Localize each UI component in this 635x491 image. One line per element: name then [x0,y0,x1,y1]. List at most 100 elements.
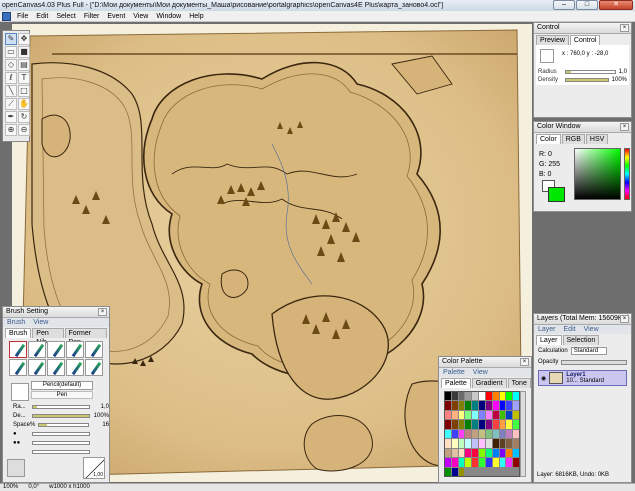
radius-slider[interactable] [565,69,616,74]
tab-hsv[interactable]: HSV [585,134,609,144]
hand-tool-icon[interactable]: ✋ [18,98,30,110]
palette-swatch[interactable] [479,392,485,401]
palette-swatch[interactable] [445,420,451,429]
palette-swatch[interactable] [465,410,472,420]
palette-swatch[interactable] [485,410,492,420]
close-icon[interactable]: × [620,123,629,131]
palette-menu-view[interactable]: View [473,368,488,377]
menu-window[interactable]: Window [152,13,185,20]
palette-swatch[interactable] [445,401,451,410]
palette-swatch[interactable] [445,448,451,458]
palette-swatch[interactable] [458,448,465,458]
palette-swatch[interactable] [472,401,479,410]
palette-swatch[interactable] [485,448,492,458]
brush-radius-slider[interactable] [31,405,90,409]
palette-swatch[interactable] [472,420,479,429]
palette-swatch[interactable] [492,439,499,448]
brush-preset[interactable] [47,359,65,376]
palette-scrollbar[interactable] [520,391,526,477]
palette-swatch[interactable] [465,401,472,410]
brush-preset[interactable] [85,341,103,358]
app-icon[interactable] [2,11,11,21]
palette-swatch[interactable] [499,420,506,429]
tab-layer[interactable]: Layer [536,335,562,345]
palette-swatch[interactable] [458,458,465,467]
palette-swatch[interactable] [506,420,513,429]
brush-preset[interactable] [66,359,84,376]
palette-swatch[interactable] [445,458,451,467]
brush-menu-brush[interactable]: Brush [7,318,25,327]
palette-swatch[interactable] [458,401,465,410]
palette-swatch[interactable] [451,410,458,420]
palette-swatch[interactable] [492,420,499,429]
pen-tool-icon[interactable]: ✒ [5,111,17,123]
palette-menu-palette[interactable]: Palette [443,368,465,377]
palette-swatch[interactable] [513,392,519,401]
close-icon[interactable]: × [520,358,529,366]
palette-swatch[interactable] [445,429,451,439]
palette-swatch[interactable] [506,439,513,448]
calculation-select[interactable]: Standard [570,347,607,355]
layers-menu-layer[interactable]: Layer [538,325,556,334]
zoom-in-icon[interactable]: ⊕ [5,124,17,136]
palette-swatch[interactable] [506,458,513,467]
palette-swatch[interactable] [513,420,519,429]
palette-swatch[interactable] [451,420,458,429]
brush-preset[interactable] [66,341,84,358]
tab-brush[interactable]: Brush [5,328,32,338]
eyedropper-tool-icon[interactable]: ⟋ [5,98,17,110]
layers-menu-edit[interactable]: Edit [564,325,576,334]
brush-option-slider[interactable] [32,432,90,436]
menu-event[interactable]: Event [103,13,129,20]
menu-file[interactable]: File [13,13,32,20]
palette-swatch[interactable] [445,467,451,476]
palette-swatch[interactable] [479,429,485,439]
fill-color-tool-icon[interactable]: ■ [18,46,30,58]
zoom-out-icon[interactable]: ⊖ [18,124,30,136]
palette-swatch[interactable] [451,439,458,448]
tab-control[interactable]: Control [569,35,601,45]
palette-swatch[interactable] [492,410,499,420]
palette-swatch[interactable] [513,448,519,458]
palette-swatch[interactable] [451,448,458,458]
palette-swatch[interactable] [485,392,492,401]
palette-swatch[interactable] [513,429,519,439]
line-tool-icon[interactable]: ╲ [5,85,17,97]
brush-density-slider[interactable] [31,414,90,418]
palette-swatch[interactable] [458,420,465,429]
palette-swatch[interactable] [513,401,519,410]
brush-space-slider[interactable] [38,423,90,427]
move-tool-icon[interactable]: ✥ [18,33,30,45]
palette-swatch[interactable] [451,458,458,467]
palette-swatch[interactable] [458,439,465,448]
palette-swatch[interactable] [479,448,485,458]
density-slider[interactable] [565,77,609,82]
palette-swatch[interactable] [499,410,506,420]
palette-swatch[interactable] [479,458,485,467]
close-icon[interactable]: × [620,24,629,32]
rotate-tool-icon[interactable]: ↻ [18,111,30,123]
brush-preset[interactable] [9,341,27,358]
palette-swatch[interactable] [472,410,479,420]
palette-swatch[interactable] [492,448,499,458]
layer-row[interactable]: ◉ Layer1 10... Standard [538,370,627,386]
brush-preset[interactable] [85,359,103,376]
palette-swatch[interactable] [479,410,485,420]
tab-palette[interactable]: Palette [441,378,471,388]
rect-select-tool-icon[interactable]: ▭ [5,46,17,58]
palette-swatch[interactable] [479,401,485,410]
palette-swatch[interactable] [513,410,519,420]
brush-preset[interactable] [28,359,46,376]
tab-tone[interactable]: Tone [507,378,531,388]
palette-swatch[interactable] [465,420,472,429]
palette-swatch[interactable] [465,458,472,467]
menu-help[interactable]: Help [185,13,207,20]
palette-swatch[interactable] [465,439,472,448]
palette-swatch[interactable] [492,429,499,439]
foreground-color-swatch[interactable] [548,187,565,202]
text-tool-icon[interactable]: T [18,72,30,84]
brush-menu-view[interactable]: View [33,318,48,327]
layers-menu-view[interactable]: View [584,325,599,334]
shape-tool-icon[interactable]: □ [18,85,30,97]
palette-swatch[interactable] [472,458,479,467]
